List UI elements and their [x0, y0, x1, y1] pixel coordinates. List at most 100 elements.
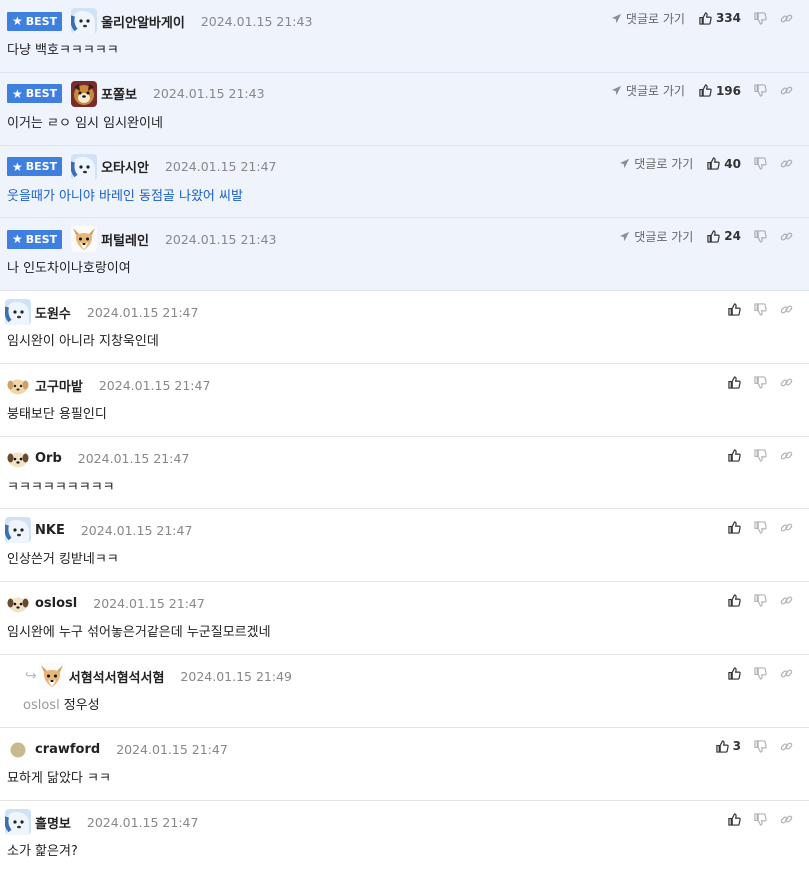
share-link-button[interactable]: [773, 376, 799, 389]
link-icon: [780, 378, 792, 386]
share-link-button[interactable]: [773, 449, 799, 462]
like-button[interactable]: [721, 302, 747, 316]
like-button[interactable]: 40: [707, 157, 741, 171]
share-link-button[interactable]: [773, 740, 799, 753]
nickname[interactable]: 포쫄보: [101, 84, 137, 103]
thumbs-up-icon: [727, 375, 741, 389]
timestamp: 2024.01.15 21:47: [86, 304, 199, 320]
send-icon: [620, 231, 630, 241]
share-link-button[interactable]: [773, 303, 799, 316]
comment-item: 흘명보 2024.01.15 21:47 소가 핥은겨?: [0, 801, 809, 874]
avatar[interactable]: [5, 445, 31, 471]
thumbs-down-icon: [753, 520, 767, 534]
dislike-button[interactable]: [747, 84, 773, 97]
like-button[interactable]: [721, 520, 747, 534]
comment-text: 인상쓴거 킹받네ㅋㅋ: [7, 552, 119, 567]
like-button[interactable]: [721, 593, 747, 607]
nickname[interactable]: 오타시안: [101, 157, 149, 176]
avatar[interactable]: [5, 299, 31, 325]
avatar[interactable]: [5, 736, 31, 762]
dislike-button[interactable]: [747, 230, 773, 243]
like-button[interactable]: 334: [699, 11, 741, 25]
thumbs-up-icon: [727, 520, 741, 534]
dislike-button[interactable]: [747, 666, 773, 680]
dislike-button[interactable]: [747, 375, 773, 389]
avatar[interactable]: [71, 226, 98, 253]
best-badge: ★ BEST: [7, 229, 63, 249]
avatar[interactable]: [5, 809, 31, 835]
nickname[interactable]: crawford: [35, 742, 100, 757]
like-button[interactable]: 196: [699, 84, 741, 98]
share-link-button[interactable]: [773, 521, 799, 534]
thumbs-up-icon: [727, 302, 741, 316]
thumbs-down-icon: [753, 739, 767, 753]
dislike-button[interactable]: [747, 11, 773, 25]
share-link-button[interactable]: [773, 84, 799, 97]
thumbs-up-icon: [727, 812, 741, 826]
avatar[interactable]: [71, 80, 98, 107]
best-badge: ★ BEST: [7, 84, 63, 104]
star-icon: ★: [12, 86, 23, 101]
link-icon: [780, 159, 792, 168]
avatar[interactable]: [5, 372, 31, 398]
nickname[interactable]: 도원수: [35, 303, 71, 322]
nickname[interactable]: 고구마밭: [35, 376, 83, 395]
link-icon: [780, 14, 792, 22]
nickname[interactable]: 퍼털레인: [101, 230, 149, 249]
avatar[interactable]: [5, 517, 31, 543]
thumbs-down-icon: [753, 666, 767, 680]
reply-mention[interactable]: oslosl: [23, 698, 60, 713]
go-to-comment-link[interactable]: 댓글로 가기: [619, 155, 693, 172]
go-to-comment-link[interactable]: 댓글로 가기: [611, 82, 685, 99]
like-button[interactable]: [721, 448, 747, 462]
comment-item: Orb 2024.01.15 21:47 ㅋㅋㅋㅋㅋㅋㅋㅋㅋ: [0, 437, 809, 509]
dislike-button[interactable]: [747, 157, 773, 170]
thumbs-down-icon: [753, 230, 767, 243]
comment-text: 이거는 ㄹㅇ 임시 임시완이네: [7, 115, 163, 131]
timestamp: 2024.01.15 21:47: [98, 377, 211, 393]
nickname[interactable]: 서혐석서혐석서혐: [69, 667, 165, 686]
like-button[interactable]: 24: [707, 229, 741, 243]
share-link-button[interactable]: [773, 157, 799, 170]
dislike-button[interactable]: [747, 593, 773, 607]
like-button[interactable]: [721, 666, 747, 680]
comment-text: 붕태보단 용필인디: [7, 407, 107, 422]
timestamp: 2024.01.15 21:47: [77, 450, 190, 466]
link-icon: [780, 232, 792, 241]
share-link-button[interactable]: [773, 230, 799, 243]
dislike-button[interactable]: [747, 302, 773, 316]
go-to-comment-link[interactable]: 댓글로 가기: [619, 228, 693, 245]
dislike-button[interactable]: [747, 448, 773, 462]
thumbs-down-icon: [753, 448, 767, 462]
avatar[interactable]: [5, 590, 31, 616]
thumbs-up-icon: [727, 448, 741, 462]
nickname[interactable]: Orb: [35, 451, 62, 466]
like-button[interactable]: [721, 375, 747, 389]
nickname[interactable]: 울리안알바게이: [101, 12, 185, 31]
dislike-button[interactable]: [747, 520, 773, 534]
comment-text: 임시완에 누구 섞어놓은거같은데 누군질모르겠네: [7, 625, 271, 640]
dislike-button[interactable]: [747, 812, 773, 826]
thumbs-up-icon: [707, 157, 721, 170]
timestamp: 2024.01.15 21:47: [116, 741, 228, 757]
like-button[interactable]: 3: [715, 739, 741, 753]
thumbs-up-icon: [715, 739, 729, 753]
like-count: 24: [724, 229, 741, 244]
dislike-button[interactable]: [747, 739, 773, 753]
nickname[interactable]: NKE: [35, 523, 65, 538]
nickname[interactable]: oslosl: [35, 596, 77, 611]
link-icon: [780, 86, 792, 95]
share-link-button[interactable]: [773, 12, 799, 25]
avatar[interactable]: [71, 153, 98, 180]
comment-item: 고구마밭 2024.01.15 21:47 붕태보단 용필인디: [0, 364, 809, 437]
nickname[interactable]: 흘명보: [35, 813, 71, 832]
comment-item: NKE 2024.01.15 21:47 인상쓴거 킹받네ㅋㅋ: [0, 509, 809, 582]
avatar[interactable]: [38, 663, 65, 689]
share-link-button[interactable]: [773, 594, 799, 607]
star-icon: ★: [12, 232, 23, 247]
share-link-button[interactable]: [773, 813, 799, 826]
share-link-button[interactable]: [773, 667, 799, 680]
like-button[interactable]: [721, 812, 747, 826]
go-to-comment-link[interactable]: 댓글로 가기: [611, 10, 685, 27]
avatar[interactable]: [71, 8, 98, 34]
